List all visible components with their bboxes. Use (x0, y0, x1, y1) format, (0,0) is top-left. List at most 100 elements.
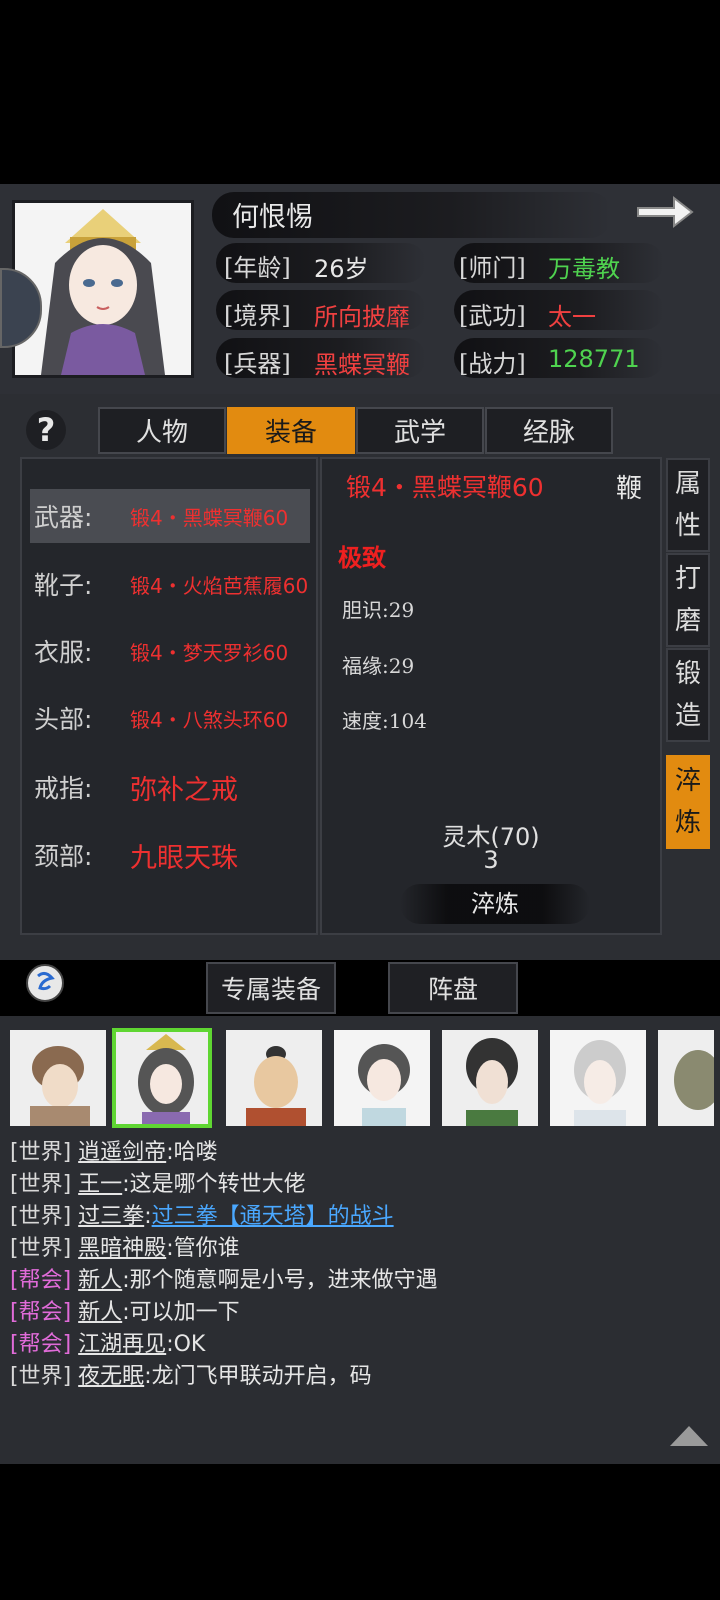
side-tab-char: 锻 (674, 659, 701, 689)
equip-slot-ring[interactable]: 戒指: 弥补之戒 (30, 760, 310, 814)
chat-nick[interactable]: 过三拳 (78, 1204, 144, 1229)
stat-courage: 胆识:29 (342, 598, 415, 622)
side-tab-char: 属 (674, 469, 701, 499)
expand-chat-icon[interactable] (668, 1424, 710, 1452)
chat-text: : (144, 1204, 152, 1229)
side-tab-char: 造 (674, 701, 701, 731)
chat-nick[interactable]: 王一 (78, 1172, 122, 1197)
help-glyph: ? (36, 411, 56, 449)
refine-button[interactable]: 淬炼 (400, 884, 590, 924)
side-tab-forge[interactable]: 锻 造 (666, 648, 710, 742)
equip-slot-head[interactable]: 头部: 锻4・八煞头环60 (30, 691, 310, 745)
side-tab-polish[interactable]: 打 磨 (666, 553, 710, 647)
equip-slot-clothes[interactable]: 衣服: 锻4・梦天罗衫60 (30, 624, 310, 678)
character-name: 何恨惕 (232, 202, 313, 233)
realm-label: [境界] (224, 302, 291, 330)
chat-text: :这是哪个转世大佬 (122, 1172, 306, 1197)
party-member-7[interactable] (656, 1028, 716, 1128)
chat-line: [世界] 逍遥剑帝:哈喽 (10, 1134, 218, 1166)
item-name: 锻4・八煞头环60 (130, 707, 289, 732)
power-label: [战力] (459, 350, 526, 378)
equip-slot-weapon[interactable]: 武器: 锻4・黑蝶冥鞭60 (30, 489, 310, 543)
weapon-label: [兵器] (224, 350, 291, 378)
detail-title: 锻4・黑蝶冥鞭60 (346, 473, 544, 502)
chat-line: [世界] 过三拳:过三拳【通天塔】的战斗 (10, 1198, 394, 1230)
stat-speed: 速度:104 (342, 709, 427, 733)
tab-meridians[interactable]: 经脉 (485, 407, 613, 454)
chat-text: :管你谁 (166, 1236, 240, 1261)
item-name: 锻4・梦天罗衫60 (130, 640, 289, 665)
realm-value: 所向披靡 (314, 303, 410, 331)
character-portrait (12, 200, 194, 378)
chat-nick[interactable]: 逍遥剑帝 (78, 1140, 166, 1165)
chat-line: [世界] 夜无眠:龙门飞甲联动开启，码 (10, 1358, 372, 1390)
party-member-1[interactable] (8, 1028, 108, 1128)
chat-text: :哈喽 (166, 1140, 218, 1165)
chat-line: [帮会] 新人:那个随意啊是小号，进来做守遇 (10, 1262, 438, 1294)
chat-nick[interactable]: 新人 (78, 1300, 122, 1325)
chat-nick[interactable]: 江湖再见 (78, 1332, 166, 1357)
chat-nick[interactable]: 新人 (78, 1268, 122, 1293)
tab-character[interactable]: 人物 (98, 407, 226, 454)
weapon-value: 黑蝶冥鞭 (314, 351, 410, 379)
chat-line: [世界] 王一:这是哪个转世大佬 (10, 1166, 306, 1198)
detail-type: 鞭 (616, 474, 643, 504)
chat-nick[interactable]: 黑暗神殿 (78, 1236, 166, 1261)
age-value: 26岁 (314, 255, 369, 283)
search-icon[interactable] (26, 964, 64, 1002)
chat-line: [帮会] 江湖再见:OK (10, 1326, 205, 1358)
help-icon[interactable]: ? (26, 410, 66, 450)
formation-button[interactable]: 阵盘 (388, 962, 518, 1014)
skill-value: 太一 (548, 303, 596, 331)
chat-nick[interactable]: 夜无眠 (78, 1364, 144, 1389)
chat-channel: [世界] (10, 1236, 72, 1261)
battle-link[interactable]: 过三拳【通天塔】的战斗 (152, 1204, 394, 1229)
side-tab-char: 淬 (674, 766, 701, 796)
material-count: 3 (483, 846, 499, 874)
item-name: 九眼天珠 (130, 842, 238, 874)
slot-label: 戒指: (34, 774, 93, 803)
refine-label: 淬炼 (471, 890, 519, 918)
party-member-3[interactable] (224, 1028, 324, 1128)
chat-channel: [帮会] (10, 1332, 72, 1357)
exclusive-equipment-button[interactable]: 专属装备 (206, 962, 336, 1014)
side-tab-refine[interactable]: 淬 炼 (666, 755, 710, 849)
party-member-6[interactable] (548, 1028, 648, 1128)
next-arrow-icon[interactable] (634, 192, 696, 236)
chat-channel: [世界] (10, 1172, 72, 1197)
slot-label: 颈部: (34, 842, 93, 871)
slot-label: 头部: (34, 705, 93, 734)
chat-text: :那个随意啊是小号，进来做守遇 (122, 1268, 438, 1293)
stat-luck: 福缘:29 (342, 654, 415, 678)
sect-value: 万毒教 (548, 255, 620, 283)
side-tab-char: 打 (674, 564, 701, 594)
side-tab-char: 性 (674, 511, 701, 541)
equip-slot-boots[interactable]: 靴子: 锻4・火焰芭蕉履60 (30, 557, 310, 611)
slot-label: 衣服: (34, 638, 93, 667)
chat-text: :龙门飞甲联动开启，码 (144, 1364, 372, 1389)
sect-label: [师门] (459, 254, 526, 282)
detail-quality: 极致 (338, 543, 386, 572)
item-name: 弥补之戒 (130, 774, 238, 806)
side-tab-attributes[interactable]: 属 性 (666, 458, 710, 552)
power-value: 128771 (548, 345, 640, 373)
chat-line: [世界] 黑暗神殿:管你谁 (10, 1230, 240, 1262)
party-member-2[interactable] (112, 1028, 212, 1128)
chat-channel: [帮会] (10, 1268, 72, 1293)
tab-equipment[interactable]: 装备 (227, 407, 355, 454)
skill-label: [武功] (459, 302, 526, 330)
item-name: 锻4・黑蝶冥鞭60 (130, 505, 289, 530)
chat-text: :可以加一下 (122, 1300, 240, 1325)
chat-channel: [帮会] (10, 1300, 72, 1325)
party-member-5[interactable] (440, 1028, 540, 1128)
side-tab-char: 炼 (674, 808, 701, 838)
chat-channel: [世界] (10, 1364, 72, 1389)
equip-slot-neck[interactable]: 颈部: 九眼天珠 (30, 828, 310, 882)
chat-line: [帮会] 新人:可以加一下 (10, 1294, 240, 1326)
tab-martial-arts[interactable]: 武学 (356, 407, 484, 454)
chat-channel: [世界] (10, 1140, 72, 1165)
party-member-4[interactable] (332, 1028, 432, 1128)
item-name: 锻4・火焰芭蕉履60 (130, 573, 309, 598)
side-tab-char: 磨 (674, 606, 701, 636)
chat-text: :OK (166, 1332, 206, 1357)
